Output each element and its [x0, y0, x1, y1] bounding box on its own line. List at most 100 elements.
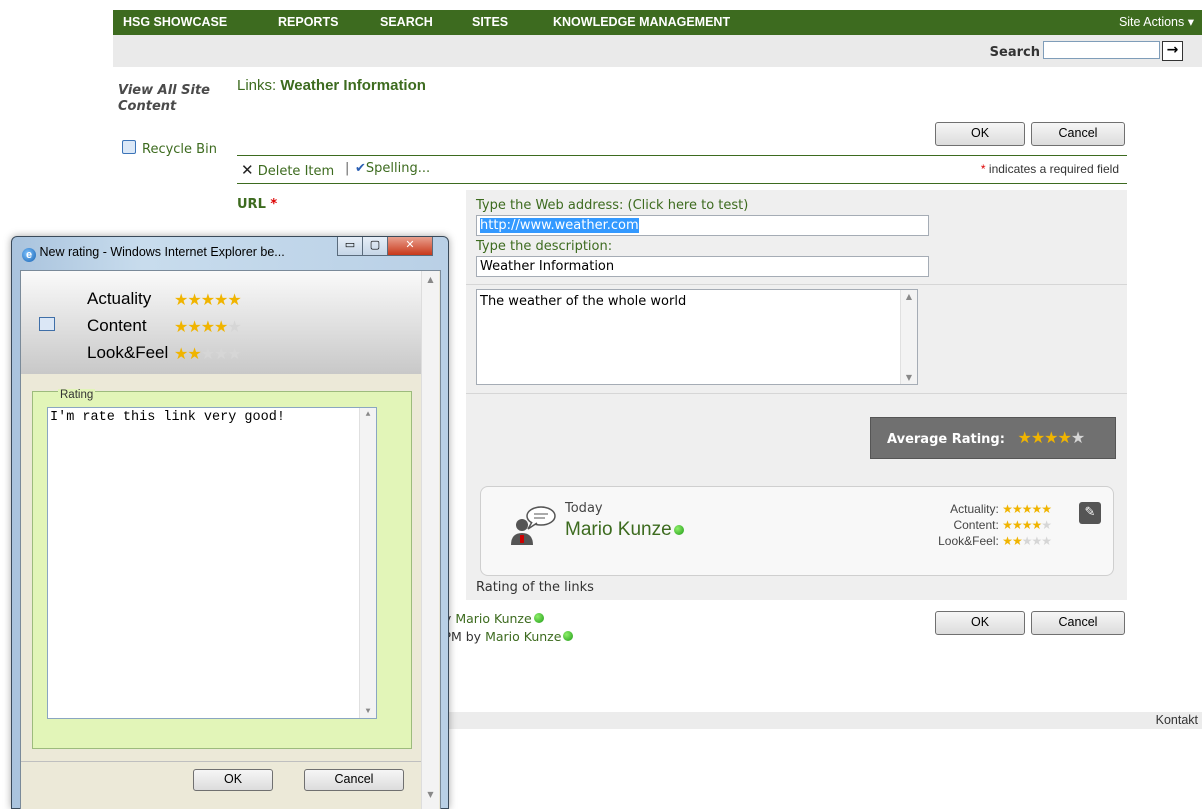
star-filled-icon: ★	[1031, 518, 1042, 532]
star-filled-icon: ★	[1002, 534, 1013, 548]
kontakt-link[interactable]: Kontakt	[1156, 712, 1198, 729]
star-empty-icon: ★	[1070, 428, 1085, 447]
popup-criterion-label: Actuality	[87, 289, 152, 308]
star-filled-icon: ★	[1021, 518, 1033, 532]
average-rating-label: Average Rating:	[887, 432, 1005, 447]
nav-reports[interactable]: REPORTS	[278, 10, 338, 35]
cancel-button-bottom[interactable]: Cancel	[1031, 611, 1125, 635]
page-title: Links: Weather Information	[237, 77, 426, 94]
new-rating-window: e New rating - Windows Internet Explorer…	[11, 236, 449, 809]
url-field-label: URL *	[237, 197, 278, 212]
scroll-down-icon[interactable]: ▼	[901, 373, 917, 382]
popup-criterion-stars[interactable]: ★★★★★	[174, 317, 242, 336]
separator	[21, 761, 421, 762]
recycle-bin-label: Recycle Bin	[142, 142, 217, 157]
toolbar-separator: |	[345, 161, 350, 176]
window-content: Actuality ★★★★★ Content ★★★★★ Look&Feel …	[20, 270, 441, 809]
star-filled-icon: ★	[187, 317, 201, 336]
scroll-down-icon[interactable]: ▼	[360, 707, 376, 716]
close-button[interactable]: ✕	[387, 237, 433, 256]
star-filled-icon: ★	[1002, 502, 1013, 516]
url-value: http://www.weather.com	[480, 218, 639, 233]
popup-cancel-button[interactable]: Cancel	[304, 769, 404, 791]
delete-icon: ✕	[241, 161, 254, 179]
popup-criterion-label: Content	[87, 316, 147, 335]
delete-item-button[interactable]: ✕ Delete Item	[241, 161, 334, 179]
window-scrollbar[interactable]: ▲ ▼	[421, 271, 439, 809]
ok-button-bottom[interactable]: OK	[935, 611, 1025, 635]
star-filled-icon: ★	[214, 290, 228, 309]
star-empty-icon: ★	[227, 317, 241, 336]
minimize-button[interactable]: ▭	[337, 237, 363, 256]
star-filled-icon: ★	[1057, 428, 1072, 447]
delete-item-label: Delete Item	[257, 164, 335, 179]
required-field-note: * indicates a required field	[980, 162, 1119, 176]
recycle-bin-icon	[122, 140, 136, 154]
star-filled-icon: ★	[214, 317, 228, 336]
review-criterion: Look&Feel: ★★★★★	[938, 534, 1052, 548]
description-input[interactable]: Weather Information	[476, 256, 929, 277]
cancel-button-top[interactable]: Cancel	[1031, 122, 1125, 146]
maximize-button[interactable]: ▢	[362, 237, 388, 256]
popup-ok-button[interactable]: OK	[193, 769, 273, 791]
scroll-up-icon[interactable]: ▲	[901, 292, 917, 301]
star-filled-icon: ★	[1031, 502, 1042, 516]
review-criterion-stars: ★★★★★	[1002, 518, 1052, 532]
web-address-label[interactable]: Type the Web address: (Click here to tes…	[476, 198, 748, 213]
spelling-button[interactable]: ✔Spelling...	[355, 161, 430, 176]
star-filled-icon: ★	[187, 344, 201, 363]
rating-textarea[interactable]: I'm rate this link very good! ▲ ▼	[47, 407, 377, 719]
notes-scrollbar[interactable]: ▲ ▼	[900, 290, 917, 384]
star-empty-icon: ★	[200, 344, 215, 363]
rating-textarea-scrollbar[interactable]: ▲ ▼	[359, 408, 376, 718]
edit-rating-button[interactable]: ✎	[1079, 502, 1101, 524]
nav-hsg-showcase[interactable]: HSG SHOWCASE	[123, 10, 227, 35]
star-empty-icon: ★	[227, 344, 241, 363]
star-empty-icon: ★	[1021, 534, 1033, 548]
star-filled-icon: ★	[1002, 518, 1013, 532]
nav-sites[interactable]: SITES	[472, 10, 508, 35]
nav-knowledge-management[interactable]: KNOWLEDGE MANAGEMENT	[553, 10, 730, 35]
search-input[interactable]	[1043, 41, 1160, 59]
created-by-link[interactable]: Mario Kunze	[455, 611, 531, 626]
review-criterion-stars: ★★★★★	[1002, 502, 1052, 516]
scroll-up-icon[interactable]: ▲	[422, 275, 439, 284]
view-all-site-content-link[interactable]: View All Site Content	[118, 83, 218, 115]
ok-button-top[interactable]: OK	[935, 122, 1025, 146]
notes-textarea[interactable]: The weather of the whole world ▲ ▼	[476, 289, 918, 385]
url-input[interactable]: http://www.weather.com	[476, 215, 929, 236]
review-criterion: Content: ★★★★★	[953, 518, 1052, 532]
modified-by-link[interactable]: Mario Kunze	[485, 629, 561, 644]
form-area: Type the Web address: (Click here to tes…	[466, 190, 1127, 600]
star-filled-icon: ★	[174, 317, 188, 336]
star-filled-icon: ★	[1030, 428, 1045, 447]
description-label: Type the description:	[476, 239, 613, 254]
search-go-button[interactable]: →	[1162, 41, 1183, 61]
page-title-prefix: Links:	[237, 77, 281, 94]
popup-criterion-stars[interactable]: ★★★★★	[174, 290, 242, 309]
star-filled-icon: ★	[174, 290, 188, 309]
review-criteria: Actuality: ★★★★★ Content: ★★★★★ Look&Fee…	[881, 501, 1052, 549]
scroll-up-icon[interactable]: ▲	[360, 410, 376, 419]
notes-text: The weather of the whole world	[480, 294, 687, 309]
user-comment-icon	[511, 506, 556, 545]
review-criterion: Actuality: ★★★★★	[950, 502, 1052, 516]
presence-icon	[563, 631, 574, 641]
close-icon: ✕	[405, 238, 415, 251]
nav-search[interactable]: SEARCH	[380, 10, 433, 35]
search-label: Search	[989, 45, 1040, 60]
star-filled-icon: ★	[227, 290, 241, 309]
recycle-bin-link[interactable]: Recycle Bin	[122, 140, 217, 157]
presence-icon	[533, 613, 544, 623]
scroll-down-icon[interactable]: ▼	[422, 790, 439, 799]
presence-icon	[673, 525, 684, 535]
star-empty-icon: ★	[1041, 518, 1052, 532]
popup-criterion-stars[interactable]: ★★★★★	[174, 344, 242, 363]
review-author[interactable]: Mario Kunze	[565, 519, 684, 541]
site-actions-menu[interactable]: Site Actions ▾	[1119, 10, 1194, 35]
star-filled-icon: ★	[1011, 502, 1023, 516]
star-filled-icon: ★	[174, 344, 188, 363]
ie-icon: e	[22, 248, 36, 262]
star-filled-icon: ★	[200, 317, 215, 336]
minimize-icon: ▭	[344, 238, 356, 251]
